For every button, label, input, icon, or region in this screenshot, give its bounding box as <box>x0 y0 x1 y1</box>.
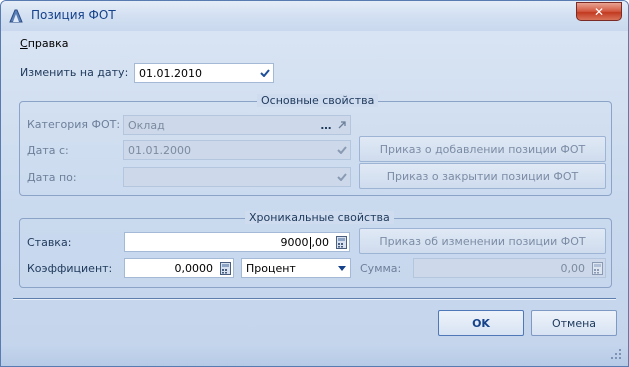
date-from-label: Дата с: <box>27 144 69 157</box>
coef-type-value: Процент <box>246 261 296 275</box>
window-title: Позиция ФОТ <box>31 8 116 22</box>
sum-value: 0,00 <box>560 261 586 275</box>
menu-help[interactable]: Справка <box>20 37 68 50</box>
rate-label: Ставка: <box>27 236 72 249</box>
title-bar[interactable]: Позиция ФОТ ✕ <box>1 1 628 31</box>
coef-value: 0,0000 <box>174 261 214 275</box>
coef-type-select[interactable]: Процент <box>241 258 351 278</box>
change-date-field[interactable]: 01.01.2010 <box>134 63 274 83</box>
category-value: Оклад <box>128 118 165 132</box>
rate-value-dec: ,00 <box>311 235 330 249</box>
ellipsis-icon[interactable]: … <box>318 116 334 134</box>
chevron-down-icon[interactable] <box>257 64 273 82</box>
sum-label: Сумма: <box>360 262 402 275</box>
clear-icon[interactable] <box>334 116 350 134</box>
date-from-field[interactable]: 01.01.2000 <box>123 140 351 160</box>
chronicle-properties-title: Хроникальные свойства <box>245 211 394 224</box>
text-cursor <box>309 236 311 249</box>
date-to-field[interactable] <box>123 167 351 187</box>
category-label: Категория ФОТ: <box>27 118 121 131</box>
coef-label: Коэффициент: <box>27 262 113 275</box>
change-date-label: Изменить на дату: <box>20 66 129 79</box>
rate-field[interactable]: 9000,00 <box>124 232 350 252</box>
resize-grip-icon[interactable] <box>609 347 623 361</box>
date-from-value: 01.01.2000 <box>128 143 191 157</box>
coef-field[interactable]: 0,0000 <box>124 258 234 278</box>
calculator-icon[interactable] <box>333 233 349 251</box>
order-change-button[interactable]: Приказ об изменении позиции ФОТ <box>359 228 606 254</box>
close-button[interactable]: ✕ <box>576 2 622 21</box>
order-close-button[interactable]: Приказ о закрытии позиции ФОТ <box>359 163 606 189</box>
order-add-button[interactable]: Приказ о добавлении позиции ФОТ <box>359 136 606 162</box>
footer-separator <box>13 298 616 300</box>
status-bar <box>1 343 628 366</box>
change-date-value: 01.01.2010 <box>139 66 202 80</box>
main-properties-title: Основные свойства <box>257 94 379 107</box>
dropdown-arrow-icon[interactable] <box>334 259 350 277</box>
ok-button[interactable]: OK <box>438 310 524 336</box>
app-icon <box>9 9 23 23</box>
close-icon: ✕ <box>593 4 605 19</box>
chevron-down-icon[interactable] <box>334 168 350 186</box>
dialog-window: Позиция ФОТ ✕ Справка Изменить на дату: … <box>0 0 629 367</box>
category-field[interactable]: Оклад … <box>123 115 351 135</box>
rate-value-int: 9000 <box>280 235 309 249</box>
rate-value: 9000,00 <box>125 236 333 249</box>
calculator-icon[interactable] <box>589 259 605 277</box>
date-to-label: Дата по: <box>27 171 77 184</box>
cancel-button[interactable]: Отмена <box>531 310 617 336</box>
sum-field[interactable]: 0,00 <box>413 258 606 278</box>
chevron-down-icon[interactable] <box>334 141 350 159</box>
calculator-icon[interactable] <box>217 259 233 277</box>
